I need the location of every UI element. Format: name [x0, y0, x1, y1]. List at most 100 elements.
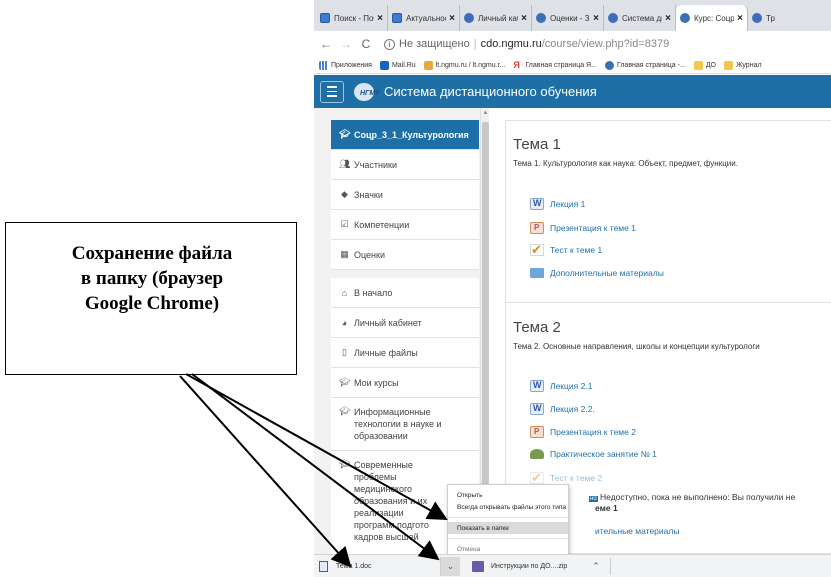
sidebar-item-label: Соцр_3_1_Культурология	[354, 129, 469, 140]
sidebar-item-label: образования и их	[354, 496, 428, 506]
menu-item-show-in-folder[interactable]: Показать в папке	[448, 522, 568, 534]
sidebar-item-my-courses[interactable]: 🎓︎ Мои курсы	[331, 368, 479, 398]
url-host: cdo.ngmu.ru	[480, 38, 542, 50]
activity-test-1[interactable]: Тест к теме 1	[530, 242, 603, 258]
sidebar-item-label: Компетенции	[354, 219, 410, 230]
chevron-up-icon[interactable]: ⌃	[586, 557, 606, 576]
sidebar-item-participants[interactable]: 👥︎ Участники	[331, 150, 479, 180]
activity-lecture-2-1[interactable]: Лекция 2.1	[530, 380, 592, 392]
sidebar-item-label: образовании	[354, 431, 408, 441]
bookmark-do[interactable]: ДО	[693, 60, 716, 70]
download-filename: Инструкции по ДО....zip	[491, 563, 568, 570]
close-icon[interactable]: ×	[377, 13, 383, 24]
bookmark-yandex[interactable]: Я Главная страница Я...	[513, 60, 597, 70]
sidebar-item-label: медицинского	[354, 484, 413, 494]
activity-presentation-1[interactable]: Презентация к теме 1	[530, 222, 636, 234]
reload-icon[interactable]: C	[358, 37, 374, 51]
tab-label: Система дис	[622, 13, 662, 23]
dashboard-icon: ◕	[341, 317, 348, 328]
grid-icon: ▦	[340, 249, 349, 259]
activity-folder-2[interactable]: ительные материалы	[595, 526, 679, 536]
activity-label: Лекция 1	[550, 199, 586, 209]
sidebar-item-private-files[interactable]: ▯ Личные файлы	[331, 338, 479, 368]
bookmark-label: Главная страница -...	[616, 61, 686, 69]
sidebar-item-home[interactable]: ⌂ В начало	[331, 278, 479, 308]
forward-arrow-icon[interactable]: →	[338, 37, 354, 51]
practical-icon	[530, 449, 544, 459]
download-shelf: Тема 1.doc ⌄ Инструкции по ДО....zip ⌃	[314, 554, 831, 577]
section-topic-1: Тема 1 Тема 1. Культурология как наука: …	[513, 136, 738, 168]
activity-label: Практическое занятие № 1	[550, 449, 657, 459]
tab-grades[interactable]: Оценки - За ×	[532, 5, 604, 31]
word-doc-icon	[319, 561, 328, 572]
sidebar-item-label: Информационные	[354, 407, 431, 417]
bookmark-journal[interactable]: Журнал	[724, 60, 762, 70]
mailru-icon	[379, 60, 389, 70]
word-doc-icon	[530, 403, 544, 415]
site-title[interactable]: Система дистанционного обучения	[384, 84, 597, 99]
bookmark-label: ДО	[705, 61, 716, 69]
folder-icon	[724, 60, 733, 70]
sidebar-item-label: Значки	[354, 189, 383, 200]
folder-icon	[693, 60, 703, 70]
bookmark-label: lt.ngmu.ru / lt.ngmu.r...	[435, 61, 506, 69]
sidebar-item-grades[interactable]: ▦ Оценки	[331, 240, 479, 270]
security-status: Не защищено	[399, 38, 470, 50]
activity-practical-1[interactable]: Практическое занятие № 1	[530, 449, 657, 459]
callout-line: в папку (браузер	[80, 268, 224, 289]
tab-partial[interactable]: Тр	[748, 5, 831, 31]
activity-label: Лекция 2.2.	[550, 404, 595, 414]
close-icon[interactable]: ×	[521, 13, 527, 24]
bookmark-main-page[interactable]: Главная страница -...	[604, 60, 686, 70]
bookmark-label: Приложения	[331, 61, 372, 69]
close-icon[interactable]: ×	[449, 13, 455, 24]
tab-label: Личный каб	[478, 13, 519, 23]
scroll-up-icon[interactable]: ▲	[482, 110, 489, 116]
close-icon[interactable]: ×	[737, 13, 743, 24]
folder-icon	[530, 268, 544, 278]
bookmark-mailru[interactable]: Mail.Ru	[379, 60, 416, 70]
bookmark-apps[interactable]: Приложения	[319, 60, 372, 70]
tab-course-active[interactable]: Курс: Соцр ×	[676, 5, 748, 31]
activity-lecture-2-2[interactable]: Лекция 2.2.	[530, 403, 595, 415]
sidebar-item-label: Оценки	[354, 249, 385, 260]
chevron-down-icon[interactable]: ⌄	[440, 557, 460, 576]
sidebar-item-competencies[interactable]: ☑ Компетенции	[331, 210, 479, 240]
close-icon[interactable]: ×	[665, 13, 671, 24]
tab-personal-cabinet[interactable]: Личный каб ×	[460, 5, 532, 31]
sidebar-item-badges[interactable]: ◆ Значки	[331, 180, 479, 210]
archive-icon	[472, 561, 484, 572]
info-icon[interactable]: i	[384, 38, 395, 50]
url-field[interactable]: i Не защищено | cdo.ngmu.ru /course/view…	[384, 38, 669, 50]
activity-label: ительные материалы	[595, 526, 680, 536]
activity-label: Дополнительные материалы	[550, 268, 664, 278]
download-item-instructions[interactable]: Инструкции по ДО....zip	[472, 557, 567, 576]
close-icon[interactable]: ×	[593, 13, 599, 24]
sidebar-item-label: реализации	[354, 508, 404, 518]
ngmu-logo[interactable]: НГМУ	[354, 82, 380, 102]
download-item-tema1[interactable]: Тема 1.doc	[319, 557, 372, 576]
sidebar-item-dashboard[interactable]: ◕ Личный кабинет	[331, 308, 479, 338]
sidebar-item-label: программ подгото	[354, 520, 429, 530]
scrollbar-thumb[interactable]	[482, 122, 489, 494]
sidebar-item-course-it[interactable]: 🎓︎ Информационные технологии в науке и о…	[331, 398, 479, 451]
menu-divider	[448, 538, 568, 539]
activity-presentation-2[interactable]: Презентация к теме 2	[530, 426, 636, 438]
back-arrow-icon[interactable]: ←	[318, 37, 334, 51]
bookmark-lt-ngmu[interactable]: lt.ngmu.ru / lt.ngmu.r...	[423, 60, 506, 70]
globe-icon	[752, 13, 762, 23]
activity-lecture-1[interactable]: Лекция 1	[530, 198, 585, 210]
tab-mail-actual[interactable]: Актуальнос ×	[388, 5, 460, 31]
menu-item-always-open[interactable]: Всегда открывать файлы этого типа	[448, 501, 568, 513]
activity-folder-1[interactable]: Дополнительные материалы	[530, 268, 664, 278]
sidebar-item-label: Личные файлы	[354, 347, 418, 358]
menu-toggle-button[interactable]	[320, 80, 344, 103]
tab-mail-search[interactable]: Поиск - Поч ×	[316, 5, 388, 31]
tab-label: Курс: Соцр	[694, 13, 735, 23]
activity-label: Тест к теме 1	[550, 245, 603, 255]
tab-distance-system[interactable]: Система дис ×	[604, 5, 676, 31]
sidebar-item-course[interactable]: 🎓︎ Соцр_3_1_Культурология	[331, 120, 479, 150]
restriction-text: Недоступно, пока не выполнено: Вы получи…	[600, 492, 796, 502]
bookmark-label: Mail.Ru	[391, 61, 416, 69]
menu-item-open[interactable]: Открыть	[448, 489, 568, 501]
